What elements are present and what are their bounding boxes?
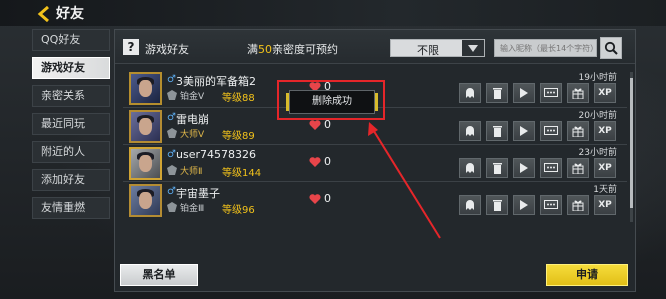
apply-button[interactable]: 申请	[546, 264, 628, 286]
annotation-arrow-icon	[368, 122, 441, 239]
blacklist-button[interactable]: 黑名单	[120, 264, 198, 286]
